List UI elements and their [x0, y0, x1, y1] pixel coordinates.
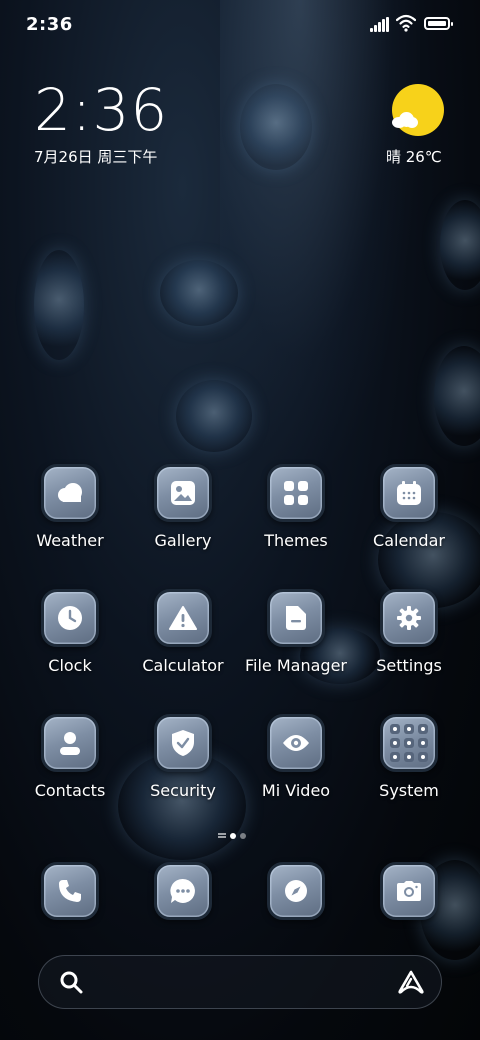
- page-dot-1: [230, 833, 236, 839]
- app-label: Security: [150, 781, 216, 800]
- app-gallery[interactable]: Gallery: [128, 464, 238, 550]
- search-bar[interactable]: [38, 955, 442, 1009]
- app-label: Settings: [376, 656, 442, 675]
- gear-icon: [380, 589, 438, 647]
- light-ray: [220, 0, 420, 460]
- assistant-icon[interactable]: [397, 970, 425, 994]
- dock-camera[interactable]: [354, 862, 464, 920]
- battery-icon: [424, 17, 453, 30]
- phone-icon: [41, 862, 99, 920]
- dock-phone[interactable]: [15, 862, 125, 920]
- app-themes[interactable]: Themes: [241, 464, 351, 550]
- app-mi-video[interactable]: Mi Video: [241, 714, 351, 800]
- status-time: 2:36: [26, 14, 73, 35]
- message-icon: [154, 862, 212, 920]
- battery-fill: [428, 21, 446, 26]
- dock-messages[interactable]: [128, 862, 238, 920]
- app-label: Weather: [36, 531, 104, 550]
- jellyfish-4: [176, 380, 252, 452]
- page-dot-2: [240, 833, 246, 839]
- app-calculator[interactable]: Calculator: [128, 589, 238, 675]
- search-icon[interactable]: [59, 970, 83, 994]
- jellyfish-2: [160, 260, 238, 326]
- app-file-manager[interactable]: File Manager: [241, 589, 351, 675]
- status-bar: 2:36: [0, 0, 480, 50]
- app-label: Themes: [264, 531, 328, 550]
- app-label: Mi Video: [261, 781, 331, 800]
- app-calendar[interactable]: Calendar: [354, 464, 464, 550]
- app-label: Gallery: [154, 531, 212, 550]
- camera-icon: [380, 862, 438, 920]
- folder-grid-icon: [380, 714, 438, 772]
- jellyfish-3: [34, 250, 84, 360]
- contact-icon: [41, 714, 99, 772]
- weather-widget-text: 晴 26℃: [386, 148, 442, 166]
- calendar-icon: [380, 464, 438, 522]
- weather-icon: [41, 464, 99, 522]
- app-clock[interactable]: Clock: [15, 589, 125, 675]
- app-label: Calculator: [142, 656, 224, 675]
- compass-icon: [267, 862, 325, 920]
- app-security[interactable]: Security: [128, 714, 238, 800]
- clock-widget[interactable]: 2:36 7月26日 周三下午: [34, 80, 168, 167]
- sun-icon: [392, 84, 444, 136]
- app-contacts[interactable]: Contacts: [15, 714, 125, 800]
- wifi-icon: [396, 14, 416, 32]
- app-weather[interactable]: Weather: [15, 464, 125, 550]
- page-indicator[interactable]: [218, 831, 258, 841]
- app-label: File Manager: [245, 656, 347, 675]
- app-system-folder[interactable]: System: [354, 714, 464, 800]
- jellyfish-9: [440, 200, 480, 290]
- app-settings[interactable]: Settings: [354, 589, 464, 675]
- signal-icon: [370, 17, 392, 32]
- clock-widget-time: 2:36: [34, 76, 169, 144]
- themes-icon: [267, 464, 325, 522]
- app-label: System: [379, 781, 439, 800]
- clock-icon: [41, 589, 99, 647]
- app-label: Contacts: [34, 781, 106, 800]
- shield-icon: [154, 714, 212, 772]
- dock-browser[interactable]: [241, 862, 351, 920]
- app-label: Calendar: [373, 531, 445, 550]
- gallery-icon: [154, 464, 212, 522]
- jellyfish-1: [240, 84, 312, 170]
- home-indicator-icon: [218, 833, 226, 838]
- clock-widget-date: 7月26日 周三下午: [34, 148, 158, 166]
- app-label: Clock: [48, 656, 92, 675]
- cloud-icon: [392, 112, 420, 128]
- warning-icon: [154, 589, 212, 647]
- folder-icon: [267, 589, 325, 647]
- eye-icon: [267, 714, 325, 772]
- jellyfish-5: [434, 346, 480, 446]
